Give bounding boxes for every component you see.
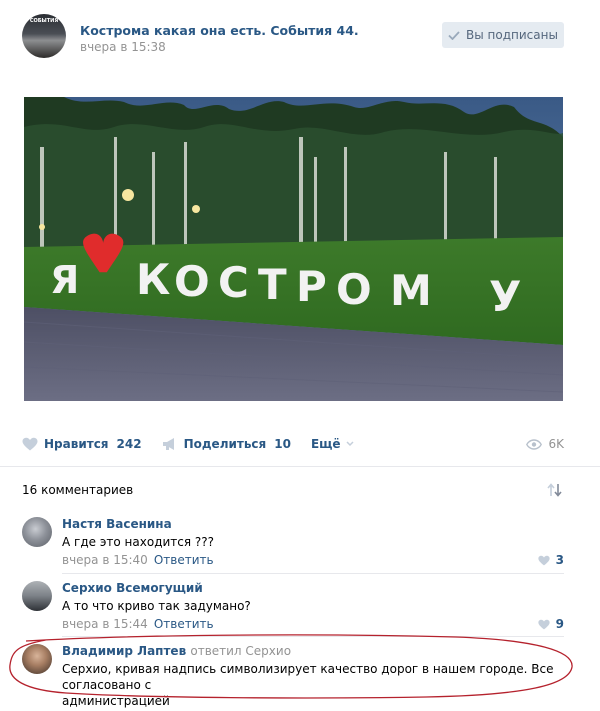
post-header: СОБЫТИЯ Кострома какая она есть. События…	[22, 14, 564, 64]
reply-link[interactable]: Ответить	[154, 617, 214, 631]
divider	[62, 636, 564, 637]
svg-text:Р: Р	[296, 262, 327, 311]
comment-author[interactable]: Серхио Всемогущий	[62, 581, 203, 595]
comment-like-count: 9	[555, 617, 564, 631]
share-label: Поделиться	[183, 437, 267, 451]
like-label: Нравится	[44, 437, 109, 451]
subscribed-button[interactable]: Вы подписаны	[442, 22, 564, 48]
svg-text:К: К	[136, 255, 170, 304]
avatar-caption: СОБЫТИЯ	[29, 18, 59, 24]
divider	[0, 466, 600, 467]
post-photo[interactable]: Я К О С Т Р О М У	[24, 97, 563, 401]
views-count: 6K	[548, 437, 564, 451]
svg-text:С: С	[218, 258, 249, 307]
comment-like-button[interactable]: 9	[538, 617, 564, 631]
like-count: 242	[116, 437, 142, 451]
reply-link[interactable]: Ответить	[154, 553, 214, 567]
more-button[interactable]: Ещё	[311, 437, 354, 451]
avatar[interactable]	[22, 517, 52, 547]
replied-to[interactable]: ответил Серхио	[190, 644, 291, 658]
comment-text-line: Серхио, кривая надпись символизирует кач…	[62, 662, 554, 692]
post-date[interactable]: вчера в 15:38	[80, 40, 166, 54]
comment-author-name[interactable]: Владимир Лаптев	[62, 644, 186, 658]
more-label: Ещё	[310, 437, 341, 451]
divider	[62, 573, 564, 574]
megaphone-icon	[162, 438, 174, 450]
svg-text:О: О	[336, 265, 372, 314]
group-name-link[interactable]: Кострома какая она есть. События 44.	[80, 23, 359, 38]
comment-text: Серхио, кривая надпись символизирует кач…	[62, 661, 564, 709]
park-sign-image: Я К О С Т Р О М У	[24, 97, 563, 401]
comment-item: Настя Васенина А где это находится ??? в…	[22, 517, 564, 573]
svg-text:Я: Я	[50, 258, 79, 302]
avatar[interactable]	[22, 644, 52, 674]
comment-date[interactable]: вчера в 15:44	[62, 617, 148, 631]
comment-text: А где это находится ???	[62, 535, 215, 549]
comment-author: Владимир Лаптев ответил Серхио	[62, 644, 291, 658]
comment-item: Владимир Лаптев ответил Серхио Серхио, к…	[22, 644, 564, 708]
comment-text: А то что криво так задумано?	[62, 599, 251, 613]
comments-count: 16 комментариев	[22, 483, 134, 497]
check-icon	[448, 30, 460, 40]
comment-meta: вчера в 15:40 Ответить	[62, 553, 214, 567]
share-count: 10	[274, 437, 291, 451]
chevron-down-icon	[346, 441, 354, 447]
post-actions: Нравится 242 Поделиться 10 Ещё 6K	[22, 430, 564, 458]
svg-text:О: О	[174, 257, 210, 306]
comment-text-line: администрацией	[62, 694, 170, 708]
svg-text:У: У	[489, 272, 521, 321]
svg-text:М: М	[390, 266, 432, 315]
svg-text:Т: Т	[258, 260, 287, 309]
share-button[interactable]: Поделиться 10	[162, 437, 291, 451]
heart-icon	[538, 619, 550, 629]
comment-item: Серхио Всемогущий А то что криво так зад…	[22, 581, 564, 637]
subscribed-label: Вы подписаны	[466, 28, 558, 42]
heart-icon	[22, 437, 38, 451]
comments-header: 16 комментариев	[22, 483, 564, 497]
views-counter: 6K	[526, 437, 564, 451]
comment-date[interactable]: вчера в 15:40	[62, 553, 148, 567]
comment-like-button[interactable]: 3	[538, 553, 564, 567]
comment-meta: вчера в 15:44 Ответить	[62, 617, 214, 631]
avatar[interactable]	[22, 581, 52, 611]
heart-icon	[538, 555, 550, 565]
group-avatar[interactable]: СОБЫТИЯ	[22, 14, 66, 58]
sort-arrows-icon[interactable]	[546, 483, 564, 497]
like-button[interactable]: Нравится 242	[22, 437, 142, 451]
comment-author[interactable]: Настя Васенина	[62, 517, 172, 531]
comment-like-count: 3	[555, 553, 564, 567]
eye-icon	[526, 438, 543, 450]
